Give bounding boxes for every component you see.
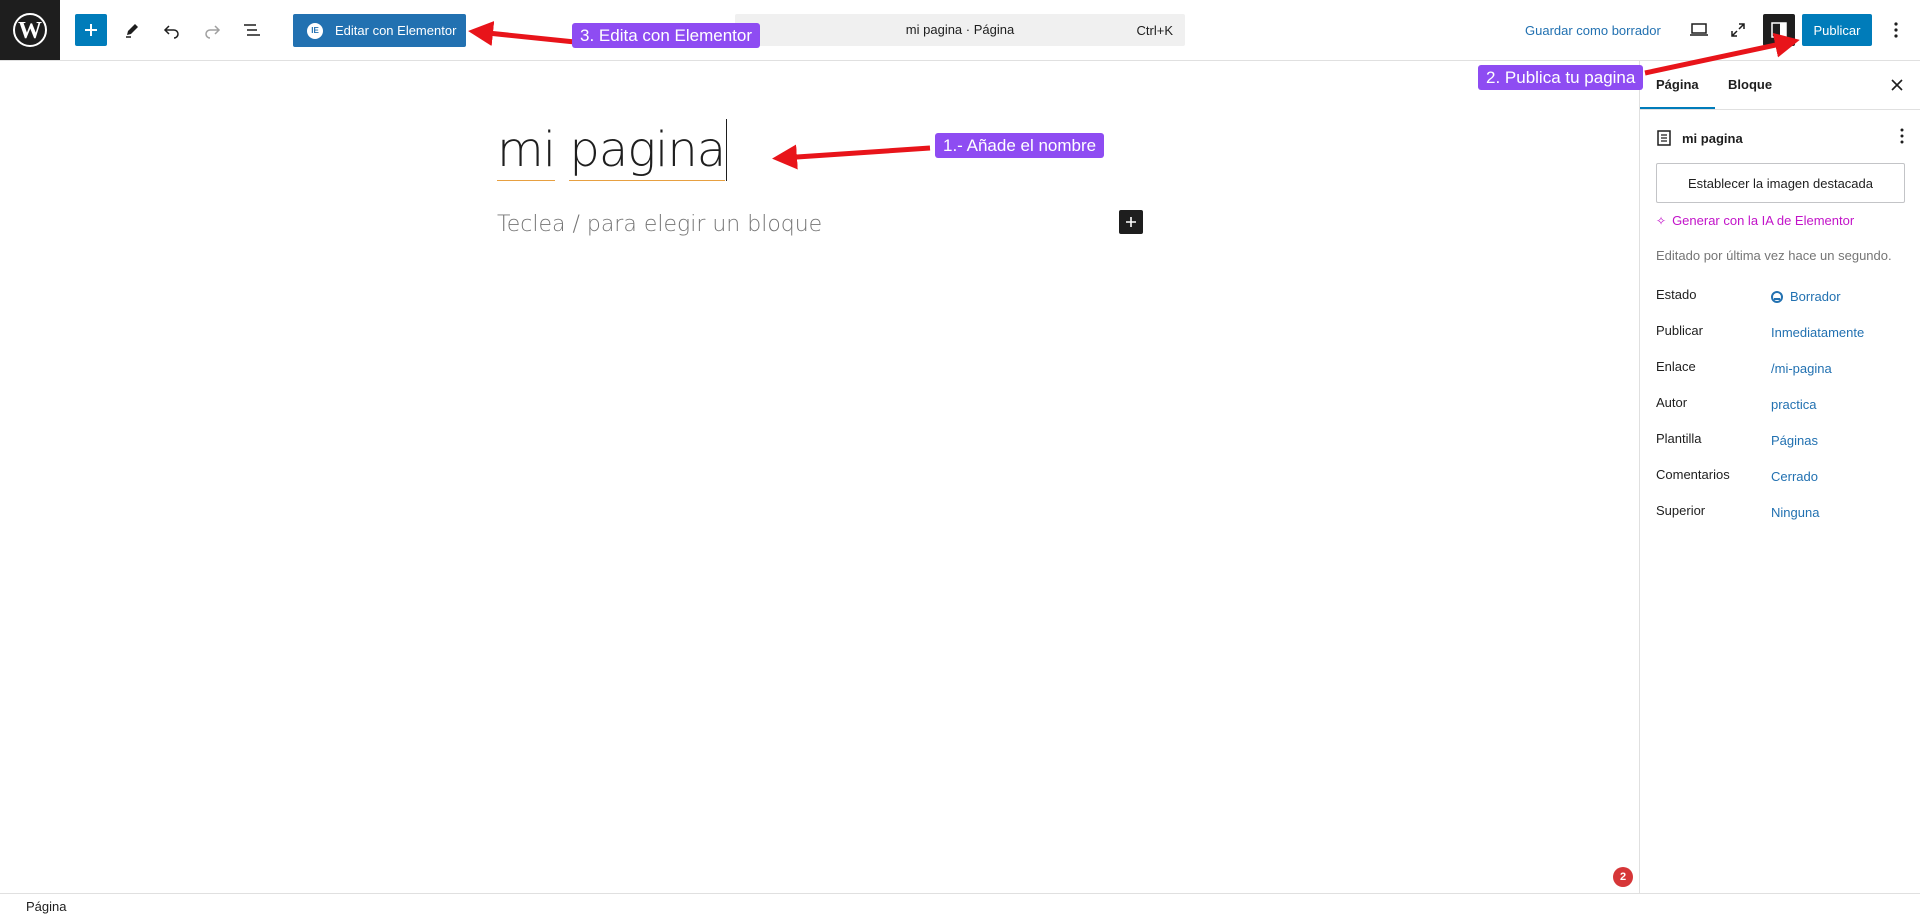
generate-ai-label: Generar con la IA de Elementor (1672, 213, 1855, 228)
annotation-step2: 2. Publica tu pagina (1478, 65, 1644, 90)
document-overview-button[interactable] (236, 14, 268, 46)
settings-sidebar: Página Bloque mi pagina Establecer la im… (1639, 61, 1920, 893)
fullscreen-button[interactable] (1722, 14, 1754, 46)
document-title: mi pagina · Página (905, 22, 1015, 37)
editor-footer: Página (0, 893, 1920, 918)
block-inserter-button[interactable] (1119, 210, 1143, 234)
document-summary: mi pagina (1656, 125, 1905, 151)
meta-row-link: Enlace /mi-pagina (1656, 359, 1906, 381)
command-palette-bar[interactable]: mi pagina · Página Ctrl+K (735, 14, 1185, 46)
meta-key: Autor (1656, 395, 1688, 410)
draft-status-icon (1771, 290, 1783, 303)
post-title-input[interactable]: mi pagina (497, 119, 728, 184)
annotation-step1: 1.- Añade el nombre (935, 133, 1105, 158)
title-word: pagina (569, 122, 726, 181)
desktop-icon (1690, 23, 1708, 36)
close-icon (1891, 79, 1903, 91)
redo-icon (205, 25, 221, 39)
meta-value-status[interactable]: Borrador (1771, 289, 1841, 304)
elementor-icon: IE (307, 22, 323, 39)
sparkle-icon: ✧ (1656, 213, 1667, 228)
meta-row-template: Plantilla Páginas (1656, 431, 1906, 453)
undo-icon (163, 25, 179, 39)
meta-value-comments[interactable]: Cerrado (1771, 469, 1818, 484)
more-vertical-icon (1900, 128, 1904, 144)
options-button[interactable] (1880, 14, 1912, 46)
svg-text:W: W (18, 18, 42, 44)
plus-icon (1126, 217, 1136, 227)
generate-ai-link[interactable]: ✧ Generar con la IA de Elementor (1656, 213, 1854, 228)
close-sidebar-button[interactable] (1885, 73, 1909, 97)
wordpress-logo-icon[interactable]: W (0, 0, 60, 60)
undo-button[interactable] (156, 14, 188, 46)
editor-header: W IE Editar con Elementor mi pagina · Pá… (0, 0, 1920, 61)
meta-key: Plantilla (1656, 431, 1702, 446)
annotation-step3: 3. Edita con Elementor (572, 23, 760, 48)
meta-row-author: Autor practica (1656, 395, 1906, 417)
page-icon (1657, 130, 1671, 146)
meta-value-label: Borrador (1790, 289, 1841, 304)
redo-button[interactable] (196, 14, 228, 46)
document-actions-button[interactable] (1899, 127, 1905, 148)
meta-key: Estado (1656, 287, 1697, 302)
add-block-button[interactable] (75, 14, 107, 46)
meta-key: Comentarios (1656, 467, 1730, 482)
meta-key: Superior (1656, 503, 1706, 518)
document-name: mi pagina (1682, 130, 1743, 146)
shortcut-hint: Ctrl+K (1136, 23, 1173, 38)
meta-value-publish[interactable]: Inmediatamente (1771, 325, 1864, 340)
block-placeholder[interactable]: Teclea / para elegir un bloque (497, 212, 822, 237)
pencil-icon (126, 24, 138, 38)
sidebar-icon (1771, 22, 1787, 38)
meta-row-parent: Superior Ninguna (1656, 503, 1906, 525)
expand-icon (1731, 23, 1745, 37)
meta-value-parent[interactable]: Ninguna (1771, 505, 1819, 520)
text-caret (726, 119, 728, 181)
notification-badge[interactable]: 2 (1613, 867, 1633, 887)
meta-key: Enlace (1656, 359, 1696, 374)
tools-button[interactable] (116, 14, 148, 46)
sidebar-tabs: Página Bloque (1640, 61, 1920, 110)
meta-value-author[interactable]: practica (1771, 397, 1817, 412)
tab-page[interactable]: Página (1640, 77, 1715, 109)
arrow-step1 (772, 144, 931, 170)
plus-icon (85, 24, 97, 36)
tab-block[interactable]: Bloque (1728, 77, 1772, 92)
meta-row-status: Estado Borrador (1656, 287, 1906, 309)
meta-row-comments: Comentarios Cerrado (1656, 467, 1906, 489)
meta-value-template[interactable]: Páginas (1771, 433, 1818, 448)
save-draft-button[interactable]: Guardar como borrador (1525, 23, 1661, 38)
edit-with-elementor-button[interactable]: IE Editar con Elementor (293, 14, 466, 47)
more-vertical-icon (1894, 22, 1898, 38)
title-word: mi (497, 122, 556, 181)
set-featured-image-button[interactable]: Establecer la imagen destacada (1656, 163, 1905, 203)
list-view-icon (244, 24, 260, 36)
settings-toggle-button[interactable] (1763, 14, 1795, 46)
last-edited-text: Editado por última vez hace un segundo. (1656, 248, 1892, 263)
preview-button[interactable] (1683, 14, 1715, 46)
meta-key: Publicar (1656, 323, 1703, 338)
publish-button[interactable]: Publicar (1802, 14, 1872, 46)
breadcrumb[interactable]: Página (26, 899, 66, 914)
edit-with-elementor-label: Editar con Elementor (335, 23, 457, 38)
meta-value-link[interactable]: /mi-pagina (1771, 361, 1832, 376)
meta-row-publish: Publicar Inmediatamente (1656, 323, 1906, 345)
